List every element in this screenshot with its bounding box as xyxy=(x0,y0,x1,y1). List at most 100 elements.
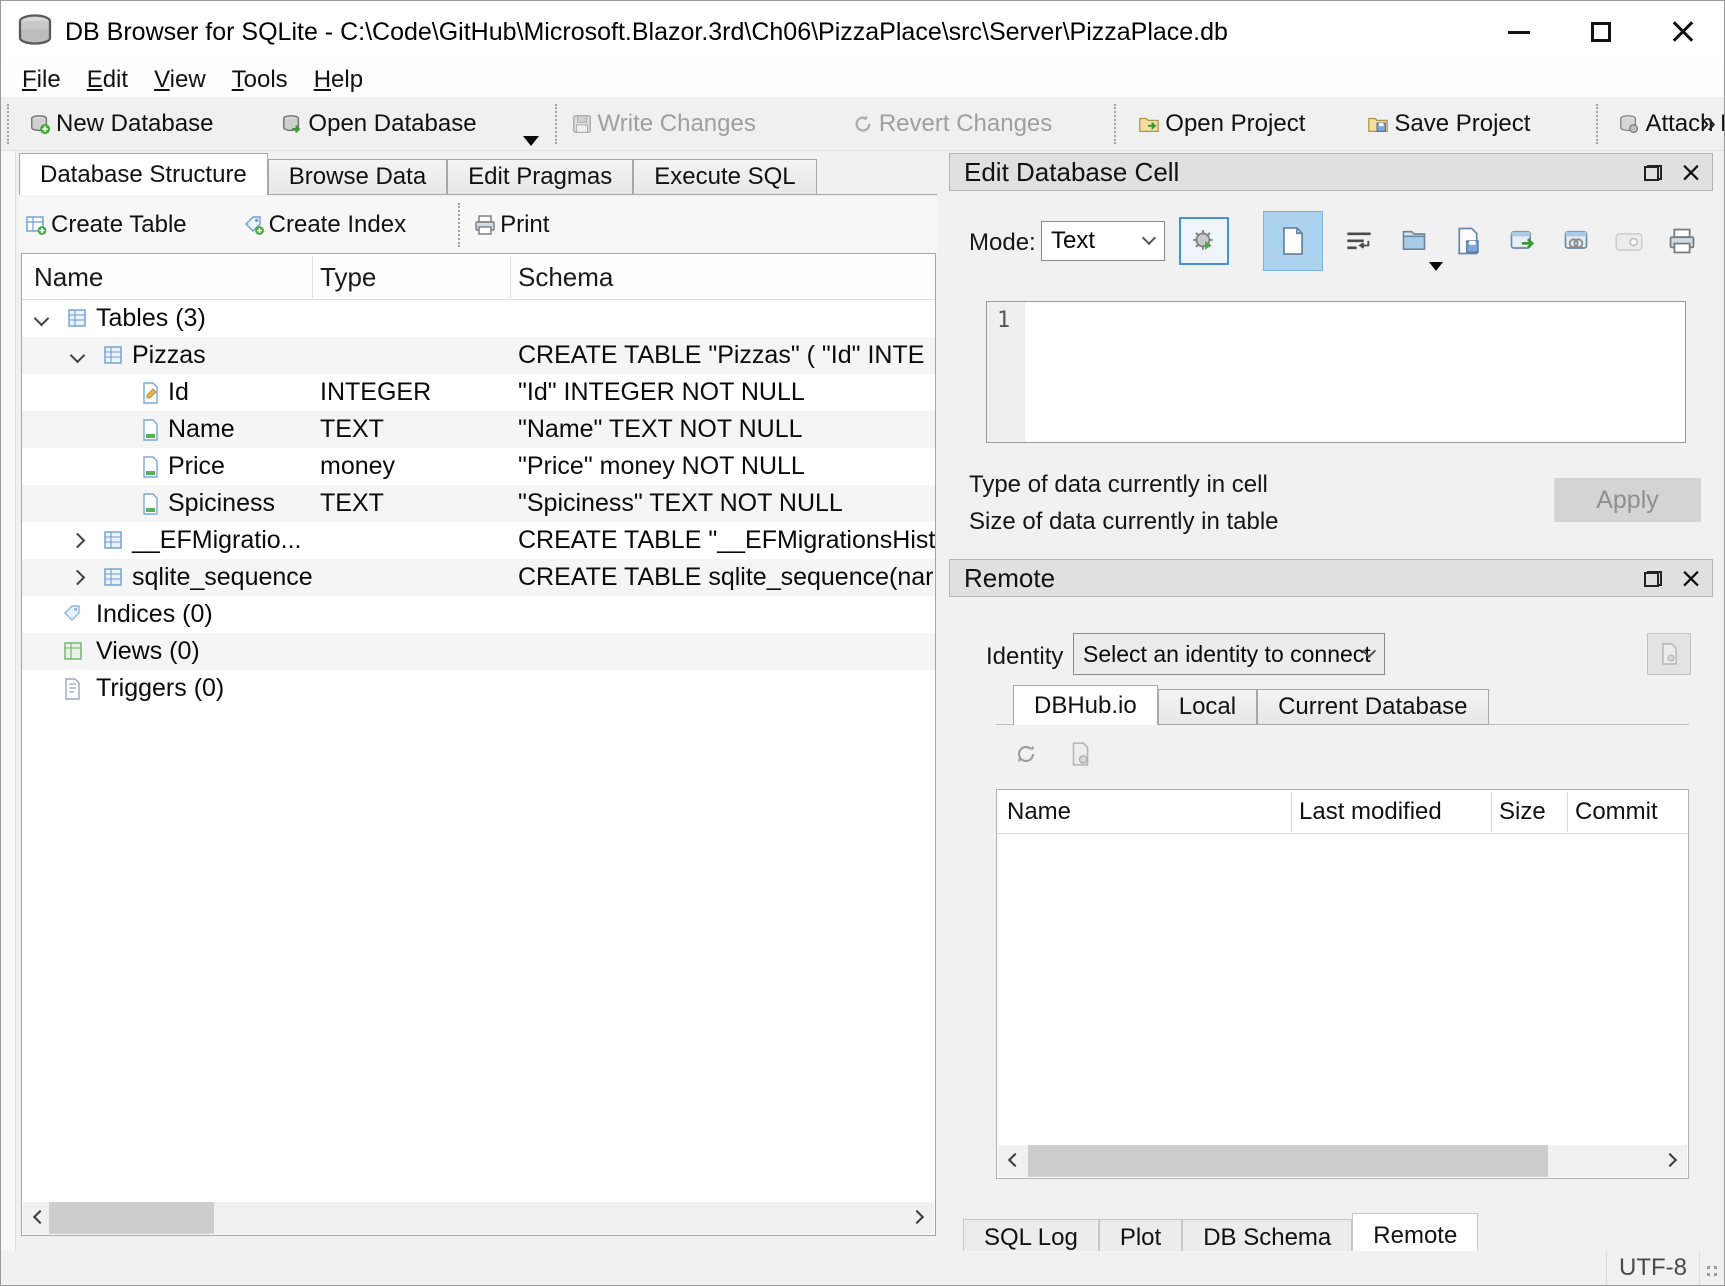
tab-current-database[interactable]: Current Database xyxy=(1257,689,1488,725)
identity-settings-button[interactable] xyxy=(1647,633,1691,675)
tab-local[interactable]: Local xyxy=(1158,689,1257,725)
tree-item-label: Pizzas xyxy=(132,337,206,374)
column-header-name[interactable]: Name xyxy=(1007,790,1071,834)
remote-dock-titlebar[interactable]: Remote xyxy=(949,559,1713,597)
menu-tools[interactable]: Tools xyxy=(219,66,301,94)
revert-changes-label: Revert Changes xyxy=(879,110,1052,138)
cell-editor[interactable]: 1 xyxy=(986,301,1686,443)
import-from-file-button[interactable] xyxy=(1393,221,1435,261)
import-dropdown-icon[interactable] xyxy=(1429,262,1443,271)
tree-row-efmigrations[interactable]: __EFMigratio... CREATE TABLE "__EFMigrat… xyxy=(22,522,935,559)
external-window-icon xyxy=(1508,227,1536,255)
tree-item-label: Id xyxy=(168,374,189,411)
scrollbar-thumb[interactable] xyxy=(49,1202,214,1234)
tree-item-schema: "Spiciness" TEXT NOT NULL xyxy=(518,485,843,522)
open-database-dropdown-icon[interactable] xyxy=(523,136,539,146)
tree-horizontal-scrollbar[interactable] xyxy=(23,1202,934,1234)
column-header-name[interactable]: Name xyxy=(34,254,103,300)
mode-select[interactable]: Text xyxy=(1041,221,1165,261)
new-database-button[interactable]: New Database xyxy=(29,110,213,138)
tree-item-label: Price xyxy=(168,448,225,485)
tree-row-name[interactable]: Name TEXT "Name" TEXT NOT NULL xyxy=(22,411,935,448)
tab-execute-sql[interactable]: Execute SQL xyxy=(633,159,816,195)
menu-edit[interactable]: Edit xyxy=(74,66,141,94)
expander-right-icon[interactable] xyxy=(70,570,86,586)
text-view-button[interactable] xyxy=(1263,211,1323,271)
resize-grip-icon[interactable] xyxy=(1707,1266,1719,1278)
dock-close-button[interactable] xyxy=(1683,165,1700,182)
tab-dbhub[interactable]: DBHub.io xyxy=(1013,685,1158,725)
apply-button[interactable]: Apply xyxy=(1554,478,1701,522)
menu-help[interactable]: Help xyxy=(301,66,376,94)
column-divider[interactable] xyxy=(1491,792,1492,832)
print-cell-button[interactable] xyxy=(1661,221,1703,261)
revert-changes-button[interactable]: Revert Changes xyxy=(852,110,1052,138)
tree-row-tables[interactable]: Tables (3) xyxy=(22,300,935,337)
tree-item-label: __EFMigratio... xyxy=(132,522,302,559)
tree-item-label: Triggers (0) xyxy=(96,670,224,707)
tab-label: Remote xyxy=(1373,1222,1457,1250)
dock-close-button[interactable] xyxy=(1683,571,1700,588)
tree-row-indices[interactable]: Indices (0) xyxy=(22,596,935,633)
tree-row-triggers[interactable]: Triggers (0) xyxy=(22,670,935,707)
column-header-size[interactable]: Size xyxy=(1499,790,1546,834)
column-header-type[interactable]: Type xyxy=(320,254,376,300)
tab-database-structure[interactable]: Database Structure xyxy=(19,153,268,195)
identity-select[interactable]: Select an identity to connect xyxy=(1073,633,1385,675)
column-divider[interactable] xyxy=(312,256,313,298)
remote-horizontal-scrollbar[interactable] xyxy=(998,1145,1687,1177)
dock-float-button[interactable] xyxy=(1644,571,1662,587)
tab-label: Database Structure xyxy=(40,161,247,189)
column-divider[interactable] xyxy=(1291,792,1292,832)
toolbar-overflow-button[interactable]: » xyxy=(1700,107,1716,139)
encoding-indicator[interactable]: UTF-8 xyxy=(1606,1251,1700,1285)
menu-view[interactable]: View xyxy=(141,66,219,94)
auto-apply-button[interactable] xyxy=(1179,217,1229,265)
menu-file[interactable]: File xyxy=(9,66,74,94)
open-project-button[interactable]: Open Project xyxy=(1138,110,1305,138)
expander-down-icon[interactable] xyxy=(70,348,86,364)
scroll-left-icon[interactable] xyxy=(33,1210,47,1224)
save-project-button[interactable]: Save Project xyxy=(1367,110,1530,138)
tab-label: DB Schema xyxy=(1203,1224,1331,1252)
tree-row-sqlite-sequence[interactable]: sqlite_sequence CREATE TABLE sqlite_sequ… xyxy=(22,559,935,596)
tab-browse-data[interactable]: Browse Data xyxy=(268,159,447,195)
print-button[interactable]: Print xyxy=(474,211,549,239)
scroll-right-icon[interactable] xyxy=(1663,1153,1677,1167)
table-icon xyxy=(102,529,124,551)
open-in-external-button[interactable] xyxy=(1501,221,1543,261)
scroll-left-icon[interactable] xyxy=(1008,1153,1022,1167)
titlebar[interactable]: DB Browser for SQLite - C:\Code\GitHub\M… xyxy=(1,1,1724,63)
column-header-last-modified[interactable]: Last modified xyxy=(1299,790,1442,834)
tree-row-id[interactable]: Id INTEGER "Id" INTEGER NOT NULL xyxy=(22,374,935,411)
scroll-right-icon[interactable] xyxy=(910,1210,924,1224)
dock-float-button[interactable] xyxy=(1644,165,1662,181)
edit-cell-dock-titlebar[interactable]: Edit Database Cell xyxy=(949,153,1713,191)
close-button[interactable] xyxy=(1642,1,1724,63)
minimize-button[interactable] xyxy=(1478,1,1560,63)
open-database-button[interactable]: Open Database xyxy=(281,110,476,138)
column-header-schema[interactable]: Schema xyxy=(518,254,613,300)
column-header-commit[interactable]: Commit xyxy=(1575,790,1658,834)
tree-row-spiciness[interactable]: Spiciness TEXT "Spiciness" TEXT NOT NULL xyxy=(22,485,935,522)
clone-database-button[interactable] xyxy=(1063,739,1097,769)
set-null-button[interactable] xyxy=(1609,225,1649,259)
write-changes-button[interactable]: Write Changes xyxy=(571,110,756,138)
gear-refresh-icon xyxy=(1191,228,1217,254)
column-divider[interactable] xyxy=(510,256,511,298)
create-index-button[interactable]: Create Index xyxy=(243,211,406,239)
column-divider[interactable] xyxy=(1567,792,1568,832)
copy-link-button[interactable] xyxy=(1555,221,1597,261)
tree-row-price[interactable]: Price money "Price" money NOT NULL xyxy=(22,448,935,485)
expander-right-icon[interactable] xyxy=(70,533,86,549)
refresh-remote-button[interactable] xyxy=(1009,739,1043,769)
tree-row-pizzas[interactable]: Pizzas CREATE TABLE "Pizzas" ( "Id" INTE xyxy=(22,337,935,374)
maximize-button[interactable] xyxy=(1560,1,1642,63)
word-wrap-button[interactable] xyxy=(1339,225,1379,259)
create-table-button[interactable]: Create Table xyxy=(25,211,187,239)
tree-row-views[interactable]: Views (0) xyxy=(22,633,935,670)
export-to-file-button[interactable] xyxy=(1447,221,1489,261)
tab-edit-pragmas[interactable]: Edit Pragmas xyxy=(447,159,633,195)
expander-down-icon[interactable] xyxy=(34,311,50,327)
scrollbar-thumb[interactable] xyxy=(1028,1145,1548,1177)
